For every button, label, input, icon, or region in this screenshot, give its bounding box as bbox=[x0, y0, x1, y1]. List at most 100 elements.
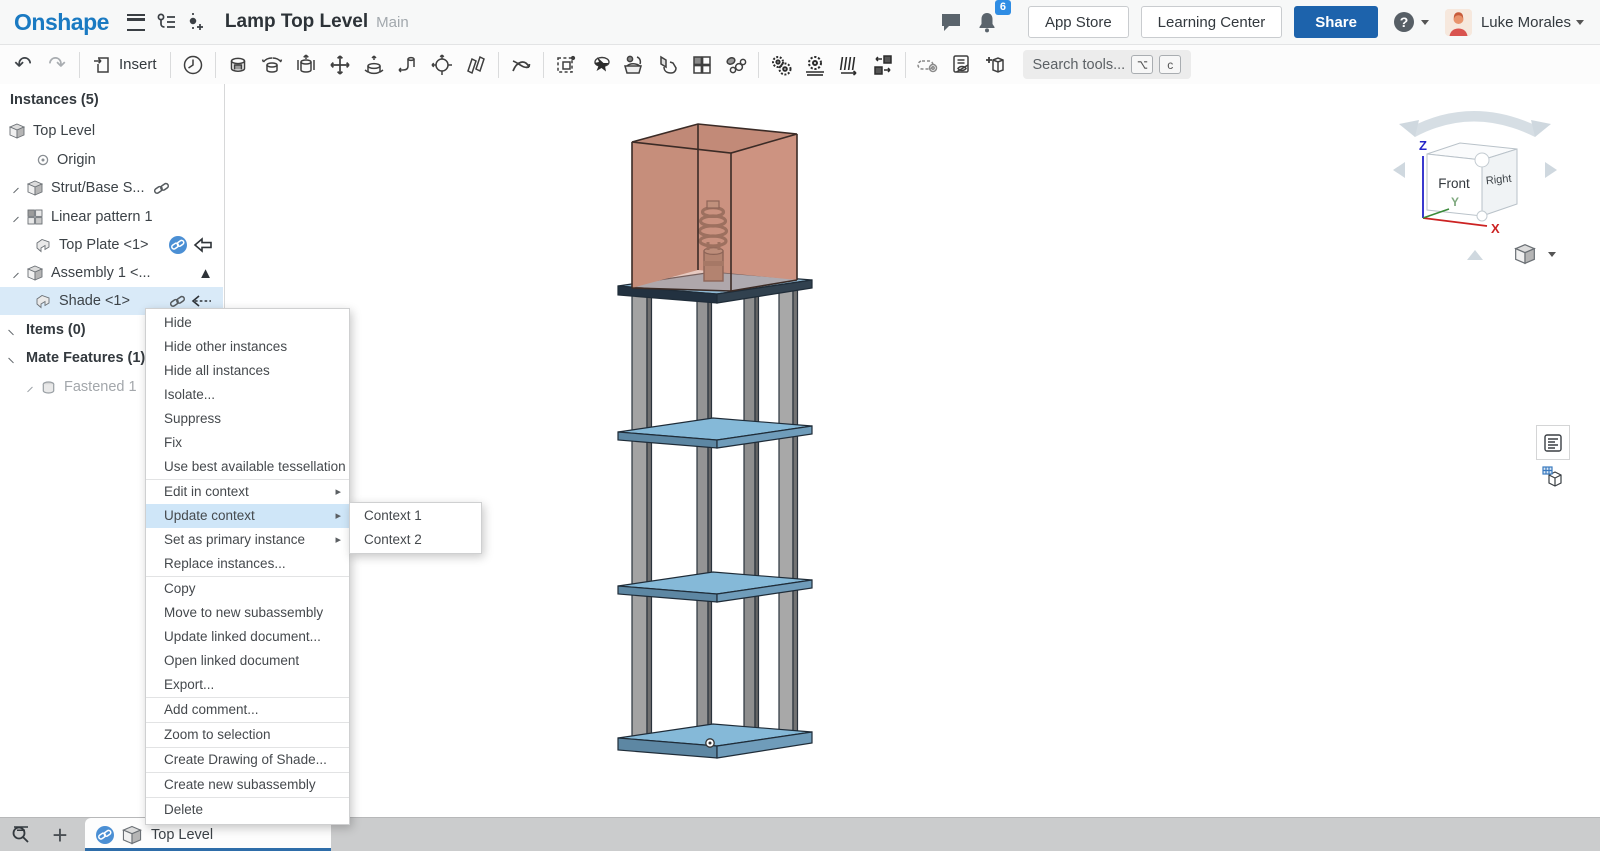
menu-item-update-linked-document[interactable]: Update linked document... bbox=[146, 625, 349, 649]
slider-mate-icon[interactable] bbox=[291, 50, 321, 80]
origin-marker[interactable] bbox=[706, 739, 714, 747]
axis-x-label: X bbox=[1491, 221, 1500, 236]
menu-item-open-linked-document[interactable]: Open linked document bbox=[146, 649, 349, 673]
create-version-icon bbox=[186, 11, 206, 33]
rolled-sheet-icon[interactable] bbox=[913, 50, 943, 80]
view-cube-front-label[interactable]: Front bbox=[1438, 176, 1470, 191]
lamp-assembly-model[interactable] bbox=[560, 95, 880, 795]
create-version-button[interactable] bbox=[181, 7, 211, 37]
submenu-item-context-1[interactable]: Context 1 bbox=[350, 504, 481, 528]
expand-chevron-icon[interactable] bbox=[8, 268, 19, 279]
expand-chevron-icon[interactable] bbox=[8, 183, 19, 194]
app-store-button[interactable]: App Store bbox=[1028, 6, 1129, 38]
tree-item-top-plate[interactable]: Top Plate <1> bbox=[0, 231, 223, 259]
chevron-down-icon bbox=[1421, 20, 1429, 25]
ball-mate-icon[interactable] bbox=[427, 50, 457, 80]
menu-item-zoom-to-selection[interactable]: Zoom to selection bbox=[146, 723, 349, 747]
tree-item-assembly-1[interactable]: Assembly 1 <... ▲ bbox=[0, 259, 223, 287]
configuration-panel-button[interactable] bbox=[1536, 459, 1570, 494]
menu-item-replace-instances[interactable]: Replace instances... bbox=[146, 552, 349, 576]
planar-mate-icon[interactable] bbox=[325, 50, 355, 80]
menu-item-copy[interactable]: Copy bbox=[146, 577, 349, 601]
workspace-name[interactable]: Main bbox=[376, 14, 409, 31]
items-section-header[interactable]: Items (0) bbox=[0, 316, 86, 344]
menu-item-create-new-subassembly[interactable]: Create new subassembly bbox=[146, 773, 349, 797]
menu-item-isolate[interactable]: Isolate... bbox=[146, 383, 349, 407]
box-plus-icon[interactable] bbox=[981, 50, 1011, 80]
user-menu-caret-icon[interactable] bbox=[1576, 20, 1584, 25]
menu-item-hide-other-instances[interactable]: Hide other instances bbox=[146, 335, 349, 359]
pin-slot-mate-icon[interactable] bbox=[393, 50, 423, 80]
user-name[interactable]: Luke Morales bbox=[1481, 14, 1571, 31]
submenu-item-context-2[interactable]: Context 2 bbox=[350, 528, 481, 552]
search-tabs-button[interactable] bbox=[8, 822, 36, 848]
named-position-icon[interactable] bbox=[551, 50, 581, 80]
add-tab-button[interactable]: + bbox=[46, 822, 74, 848]
replicate-icon[interactable] bbox=[721, 50, 751, 80]
notifications-button[interactable]: 6 bbox=[972, 7, 1002, 37]
onshape-logo[interactable]: Onshape bbox=[14, 9, 109, 36]
help-menu-button[interactable]: ? bbox=[1392, 10, 1429, 34]
shade-part[interactable] bbox=[632, 124, 797, 291]
linked-document-icon bbox=[169, 293, 186, 310]
tree-item-strut-base[interactable]: Strut/Base S... bbox=[0, 174, 223, 202]
document-eye-icon[interactable] bbox=[947, 50, 977, 80]
cube-table-icon bbox=[1541, 465, 1565, 489]
document-title: Lamp Top Level bbox=[225, 11, 368, 33]
redo-button[interactable]: ↷ bbox=[42, 50, 72, 80]
menu-item-move-to-new-subassembly[interactable]: Move to new subassembly bbox=[146, 601, 349, 625]
in-context-icon bbox=[168, 235, 188, 255]
move-part-icon[interactable] bbox=[653, 50, 683, 80]
menu-item-hide-all-instances[interactable]: Hide all instances bbox=[146, 359, 349, 383]
bom-table-panel-button[interactable] bbox=[1536, 425, 1570, 460]
parallel-mate-icon[interactable] bbox=[461, 50, 491, 80]
in-context-arrow-icon bbox=[193, 237, 213, 253]
versions-history-button[interactable] bbox=[151, 7, 181, 37]
view-options-button[interactable] bbox=[1513, 242, 1556, 266]
menu-item-edit-in-context[interactable]: Edit in context▸ bbox=[146, 480, 349, 504]
cylindrical-mate-icon[interactable] bbox=[359, 50, 389, 80]
group-mates-icon[interactable] bbox=[506, 50, 536, 80]
linear-relation-icon[interactable] bbox=[868, 50, 898, 80]
insert-button[interactable]: Insert bbox=[85, 55, 165, 75]
menu-item-hide[interactable]: Hide bbox=[146, 311, 349, 335]
comments-button[interactable] bbox=[936, 7, 966, 37]
gear-relation-icon[interactable] bbox=[766, 50, 796, 80]
learning-center-button[interactable]: Learning Center bbox=[1141, 6, 1283, 38]
menu-item-fix[interactable]: Fix bbox=[146, 431, 349, 455]
menu-item-suppress[interactable]: Suppress bbox=[146, 407, 349, 431]
menu-item-update-context[interactable]: Update context▸ bbox=[146, 504, 349, 528]
share-button[interactable]: Share bbox=[1294, 6, 1378, 38]
mate-features-section-header[interactable]: Mate Features (1) bbox=[0, 344, 145, 372]
menu-item-export[interactable]: Export... bbox=[146, 673, 349, 697]
menu-item-set-as-primary-instance[interactable]: Set as primary instance▸ bbox=[146, 528, 349, 552]
menu-item-create-drawing-of-shade[interactable]: Create Drawing of Shade... bbox=[146, 748, 349, 772]
graphics-viewport[interactable]: Front Right Z X Y bbox=[225, 84, 1600, 817]
rack-pinion-relation-icon[interactable] bbox=[800, 50, 830, 80]
screw-relation-icon[interactable] bbox=[834, 50, 864, 80]
part-icon bbox=[34, 292, 52, 310]
user-avatar[interactable] bbox=[1445, 9, 1472, 36]
revolute-mate-icon[interactable] bbox=[257, 50, 287, 80]
undo-button[interactable]: ↶ bbox=[8, 50, 38, 80]
insert-part-icon[interactable] bbox=[619, 50, 649, 80]
tree-item-linear-pattern[interactable]: Linear pattern 1 bbox=[0, 203, 223, 231]
tree-item-origin[interactable]: Origin bbox=[0, 146, 223, 174]
onshape-app-window: Onshape Lamp Top Level Main 6 App Store … bbox=[0, 0, 1600, 851]
clock-icon[interactable] bbox=[178, 50, 208, 80]
chat-bubble-icon bbox=[939, 11, 963, 33]
star-cylinder-icon[interactable] bbox=[585, 50, 615, 80]
menu-item-use-best-available-tessellation[interactable]: Use best available tessellation bbox=[146, 455, 349, 479]
strut-columns[interactable] bbox=[632, 286, 798, 747]
expand-chevron-icon[interactable] bbox=[8, 212, 19, 223]
main-menu-button[interactable] bbox=[121, 7, 151, 37]
menu-item-delete[interactable]: Delete bbox=[146, 798, 349, 822]
svg-text:?: ? bbox=[1400, 14, 1409, 30]
menu-item-add-comment[interactable]: Add comment... bbox=[146, 698, 349, 722]
tree-item-top-level[interactable]: Top Level bbox=[0, 117, 223, 145]
linear-pattern-icon[interactable] bbox=[687, 50, 717, 80]
search-tools-input[interactable]: Search tools... c bbox=[1023, 50, 1192, 79]
in-context-dashed-arrow-icon bbox=[191, 294, 213, 308]
expand-chevron-icon[interactable] bbox=[22, 382, 33, 393]
fastened-mate-icon[interactable] bbox=[223, 50, 253, 80]
